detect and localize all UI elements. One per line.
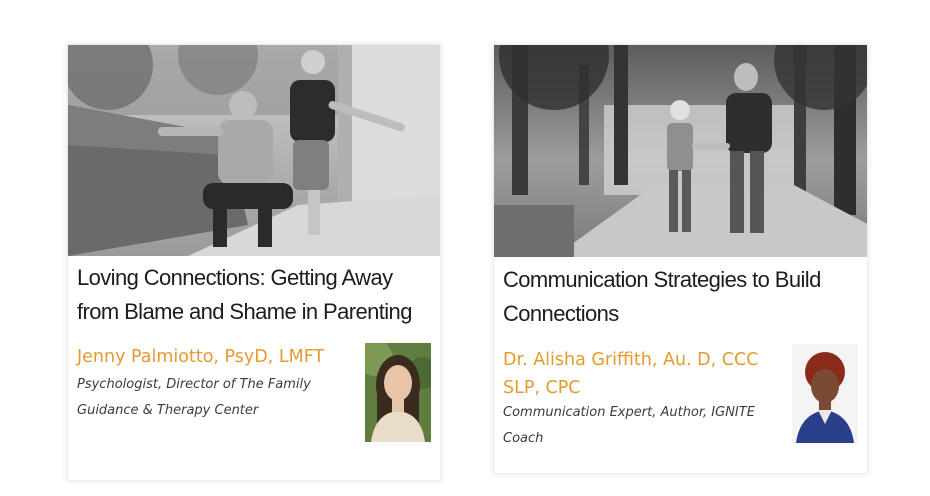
course-photo-mother-son[interactable] [494, 45, 867, 257]
speaker-role: Communication Expert, Author, IGNITE Coa… [503, 405, 755, 446]
course-card-communication-strategies[interactable]: Communication Strategies to Build Connec… [493, 44, 868, 474]
course-title[interactable]: Communication Strategies to Build Connec… [503, 263, 861, 331]
speaker-avatar [365, 343, 431, 442]
course-card-loving-connections[interactable]: Loving Connections: Getting Away from Bl… [67, 44, 441, 481]
speaker-name[interactable]: Jenny Palmiotto, PsyD, LMFT [77, 343, 357, 371]
speaker-name[interactable]: Dr. Alisha Griffith, Au. D, CCC SLP, CPC [503, 346, 773, 402]
course-title[interactable]: Loving Connections: Getting Away from Bl… [77, 261, 434, 329]
speaker-role: Psychologist, Director of The Family Gui… [77, 377, 311, 418]
speaker-avatar [792, 344, 858, 443]
course-photo-father-son[interactable] [68, 45, 440, 256]
